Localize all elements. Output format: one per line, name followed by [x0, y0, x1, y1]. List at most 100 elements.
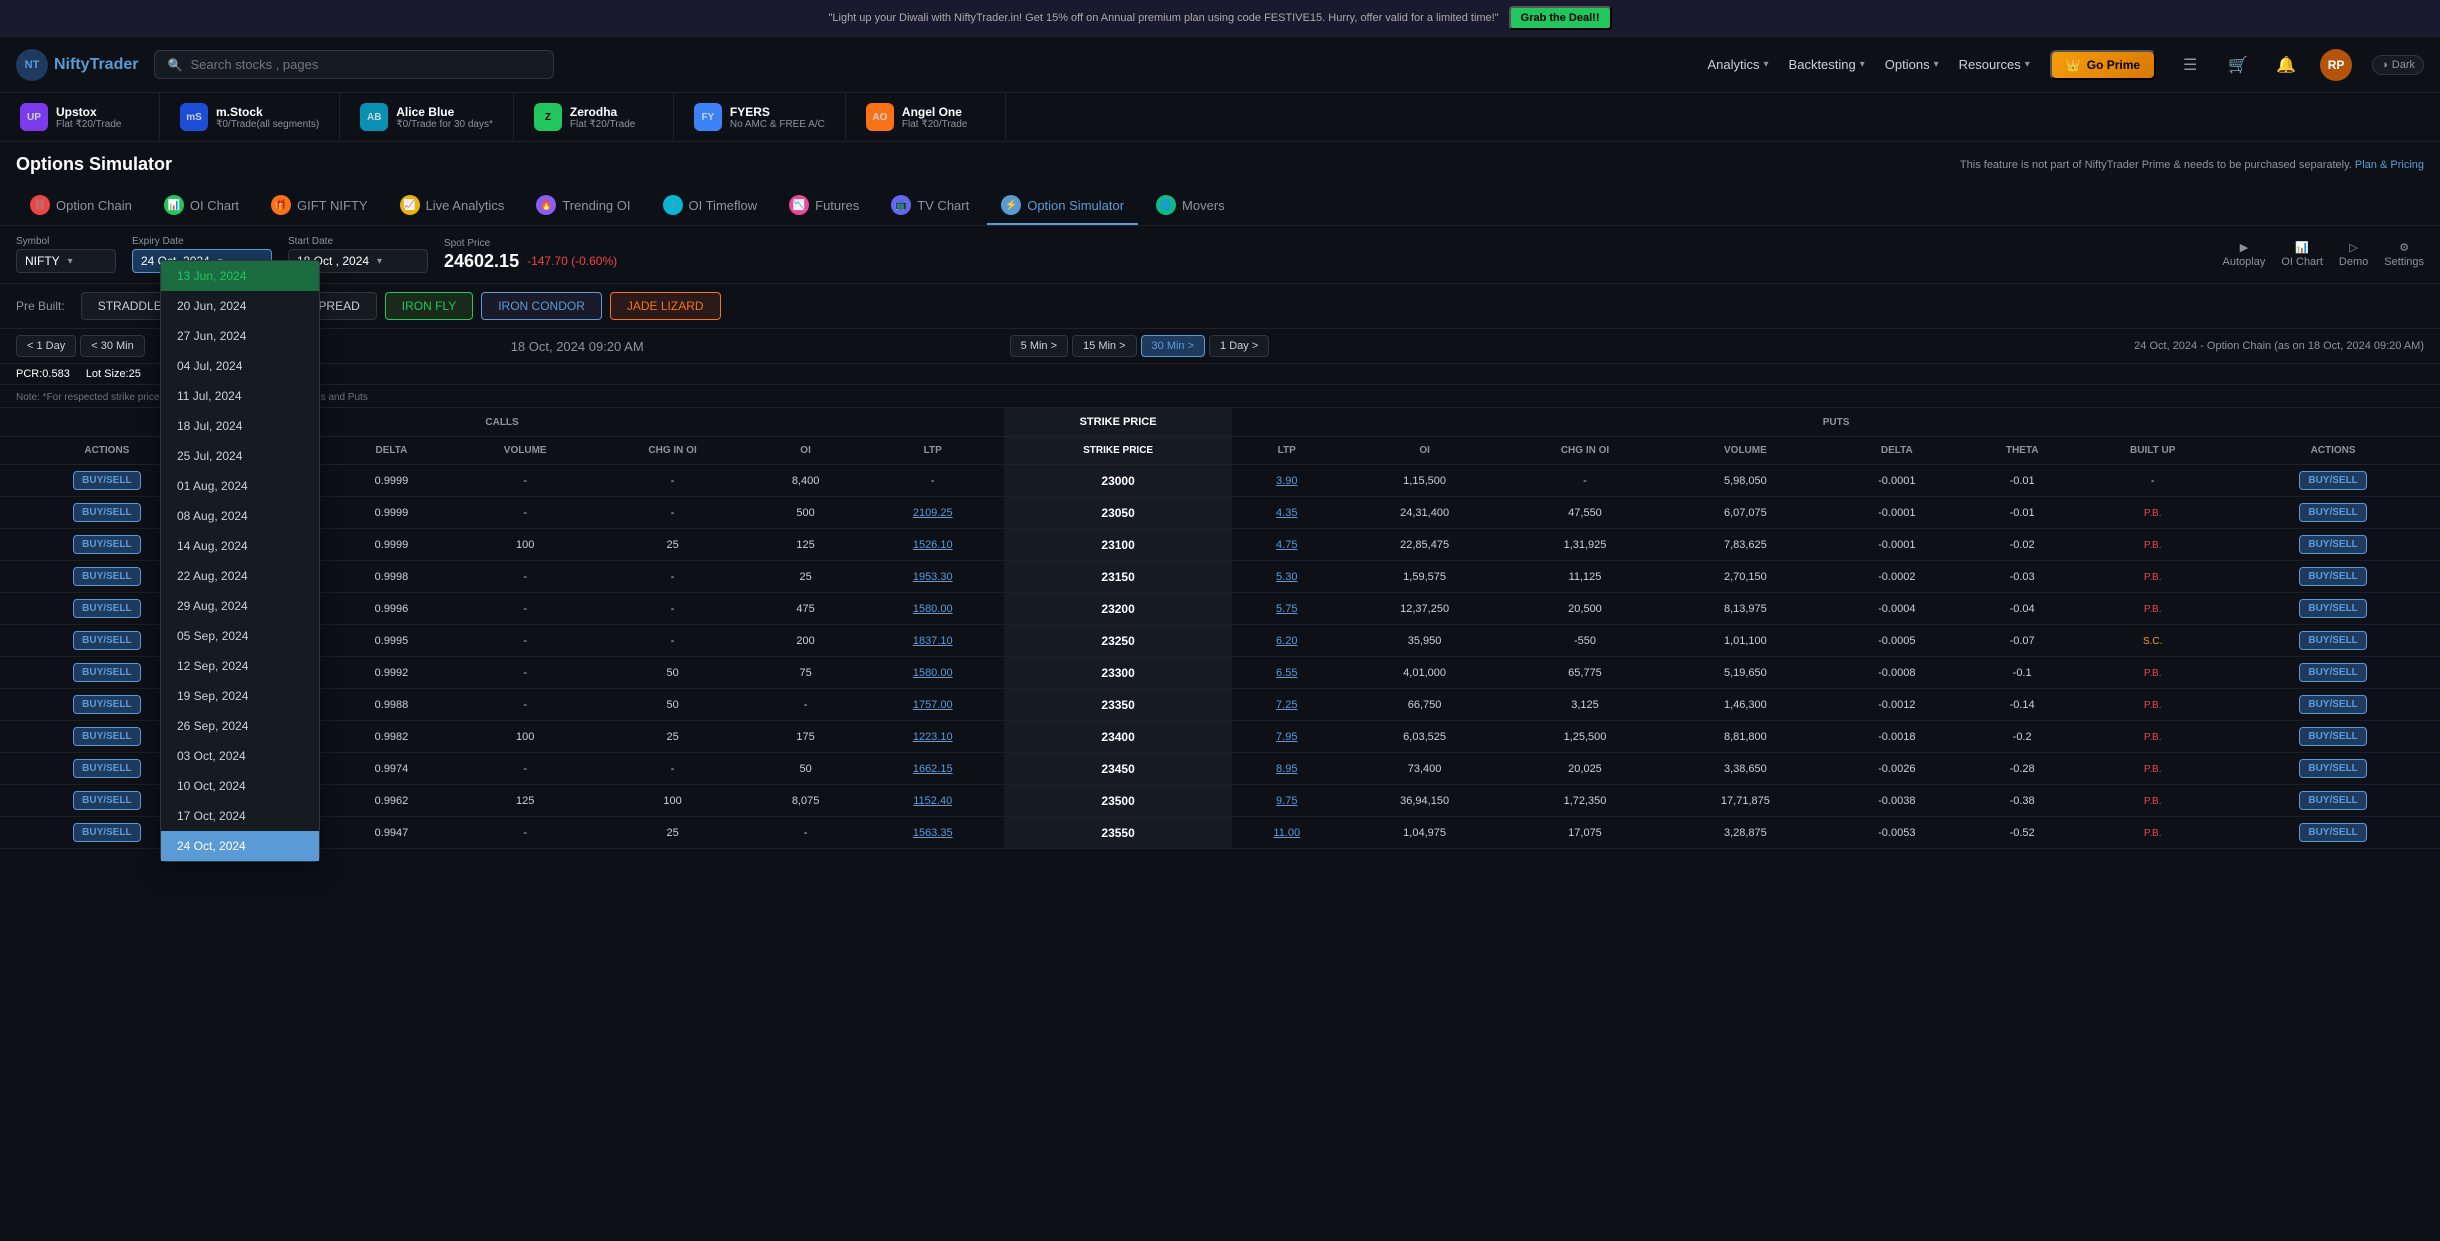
expiry-option[interactable]: 01 Aug, 2024 [161, 471, 319, 501]
expiry-option[interactable]: 11 Jul, 2024 [161, 381, 319, 411]
call-ltp-value[interactable]: 1563.35 [913, 827, 953, 839]
tab-futures[interactable]: 📉 Futures [775, 187, 873, 225]
put-ltp-value[interactable]: 8.95 [1276, 763, 1297, 775]
expiry-option[interactable]: 14 Aug, 2024 [161, 531, 319, 561]
go-prime-button[interactable]: 👑 Go Prime [2050, 50, 2156, 80]
tab-live-analytics[interactable]: 📈 Live Analytics [386, 187, 519, 225]
call-ltp-value[interactable]: 1757.00 [913, 699, 953, 711]
expiry-option[interactable]: 10 Oct, 2024 [161, 771, 319, 801]
call-ltp-value[interactable]: 1837.10 [913, 635, 953, 647]
expiry-option[interactable]: 04 Jul, 2024 [161, 351, 319, 381]
expiry-option[interactable]: 17 Oct, 2024 [161, 801, 319, 831]
expiry-option[interactable]: 12 Sep, 2024 [161, 651, 319, 681]
prev-30min-button[interactable]: < 30 Min [80, 335, 145, 357]
expiry-option[interactable]: 03 Oct, 2024 [161, 741, 319, 771]
expiry-option[interactable]: 26 Sep, 2024 [161, 711, 319, 741]
avatar[interactable]: RP [2320, 49, 2352, 81]
put-ltp-value[interactable]: 11.00 [1273, 827, 1300, 839]
prev-day-button[interactable]: < 1 Day [16, 335, 76, 357]
put-buy-sell-btn[interactable]: BUY/SELL [2299, 695, 2366, 714]
call-buy-sell-btn[interactable]: BUY/SELL [73, 759, 140, 778]
put-buy-sell-btn[interactable]: BUY/SELL [2299, 567, 2366, 586]
call-buy-sell-btn[interactable]: BUY/SELL [73, 663, 140, 682]
expiry-option[interactable]: 20 Jun, 2024 [161, 291, 319, 321]
put-ltp-value[interactable]: 3.90 [1276, 475, 1297, 487]
tab-oi-chart[interactable]: 📊 OI Chart [150, 187, 253, 225]
call-buy-sell-btn[interactable]: BUY/SELL [73, 599, 140, 618]
5min-button[interactable]: 5 Min > [1010, 335, 1068, 357]
demo-control[interactable]: ▷ Demo [2339, 241, 2368, 268]
call-ltp-value[interactable]: 1580.00 [913, 667, 953, 679]
put-ltp-value[interactable]: 6.55 [1276, 667, 1297, 679]
cart-icon[interactable]: 🛒 [2224, 51, 2252, 79]
iron-condor-button[interactable]: IRON CONDOR [481, 292, 602, 320]
tab-trending-oi[interactable]: 🔥 Trending OI [522, 187, 644, 225]
plan-pricing-link[interactable]: Plan & Pricing [2355, 159, 2424, 171]
put-ltp-value[interactable]: 6.20 [1276, 635, 1297, 647]
tab-movers[interactable]: 🌀 Movers [1142, 187, 1239, 225]
30min-button[interactable]: 30 Min > [1141, 335, 1206, 357]
expiry-option[interactable]: 29 Aug, 2024 [161, 591, 319, 621]
broker-mstock[interactable]: mS m.Stock ₹0/Trade(all segments) [160, 93, 340, 141]
expiry-option[interactable]: 27 Jun, 2024 [161, 321, 319, 351]
call-ltp-value[interactable]: 2109.25 [913, 507, 953, 519]
iron-fly-button[interactable]: IRON FLY [385, 292, 473, 320]
autoplay-control[interactable]: ▶ Autoplay [2223, 241, 2266, 268]
put-ltp-value[interactable]: 5.75 [1276, 603, 1297, 615]
call-buy-sell-btn[interactable]: BUY/SELL [73, 791, 140, 810]
call-ltp-value[interactable]: 1662.15 [913, 763, 953, 775]
put-ltp-value[interactable]: 4.75 [1276, 539, 1297, 551]
jade-lizard-button[interactable]: JADE LIZARD [610, 292, 721, 320]
expiry-option[interactable]: 24 Oct, 2024 [161, 831, 319, 861]
broker-aliceblue[interactable]: AB Alice Blue ₹0/Trade for 30 days* [340, 93, 514, 141]
tab-option-chain[interactable]: ⛓ Option Chain [16, 187, 146, 225]
symbol-select[interactable]: NIFTY ▾ [16, 249, 116, 273]
tab-gift-nifty[interactable]: 🎁 GIFT NIFTY [257, 187, 382, 225]
15min-button[interactable]: 15 Min > [1072, 335, 1137, 357]
call-buy-sell-btn[interactable]: BUY/SELL [73, 503, 140, 522]
put-ltp-value[interactable]: 4.35 [1276, 507, 1297, 519]
put-buy-sell-btn[interactable]: BUY/SELL [2299, 791, 2366, 810]
search-input[interactable] [190, 57, 541, 72]
put-buy-sell-btn[interactable]: BUY/SELL [2299, 663, 2366, 682]
tab-option-simulator[interactable]: ⚡ Option Simulator [987, 187, 1138, 225]
put-buy-sell-btn[interactable]: BUY/SELL [2299, 503, 2366, 522]
expiry-option[interactable]: 19 Sep, 2024 [161, 681, 319, 711]
put-buy-sell-btn[interactable]: BUY/SELL [2299, 823, 2366, 842]
put-ltp-value[interactable]: 9.75 [1276, 795, 1297, 807]
tab-oi-timeflow[interactable]: ⏱ OI Timeflow [649, 187, 772, 225]
tab-tv-chart[interactable]: 📺 TV Chart [877, 187, 983, 225]
backtesting-nav[interactable]: Backtesting ▾ [1789, 57, 1865, 72]
deal-button[interactable]: Grab the Deal!! [1509, 6, 1612, 30]
call-buy-sell-btn[interactable]: BUY/SELL [73, 823, 140, 842]
put-ltp-value[interactable]: 7.25 [1276, 699, 1297, 711]
call-buy-sell-btn[interactable]: BUY/SELL [73, 471, 140, 490]
expiry-option[interactable]: 22 Aug, 2024 [161, 561, 319, 591]
menu-icon[interactable]: ☰ [2176, 51, 2204, 79]
call-buy-sell-btn[interactable]: BUY/SELL [73, 535, 140, 554]
call-ltp-value[interactable]: 1953.30 [913, 571, 953, 583]
options-nav[interactable]: Options ▾ [1885, 57, 1939, 72]
resources-nav[interactable]: Resources ▾ [1959, 57, 2030, 72]
call-buy-sell-btn[interactable]: BUY/SELL [73, 695, 140, 714]
call-ltp-value[interactable]: 1526.10 [913, 539, 953, 551]
put-buy-sell-btn[interactable]: BUY/SELL [2299, 599, 2366, 618]
expiry-option[interactable]: 25 Jul, 2024 [161, 441, 319, 471]
broker-upstox[interactable]: UP Upstox Flat ₹20/Trade [0, 93, 160, 141]
oi-chart-control[interactable]: 📊 OI Chart [2281, 241, 2323, 268]
1day-button[interactable]: 1 Day > [1209, 335, 1269, 357]
logo[interactable]: NT NiftyTrader [16, 49, 138, 81]
put-ltp-value[interactable]: 5.30 [1276, 571, 1297, 583]
search-box[interactable]: 🔍 [154, 50, 554, 79]
bell-icon[interactable]: 🔔 [2272, 51, 2300, 79]
broker-fyers[interactable]: FY FYERS No AMC & FREE A/C [674, 93, 846, 141]
put-buy-sell-btn[interactable]: BUY/SELL [2299, 631, 2366, 650]
call-buy-sell-btn[interactable]: BUY/SELL [73, 727, 140, 746]
expiry-option[interactable]: 18 Jul, 2024 [161, 411, 319, 441]
dark-mode-toggle[interactable]: ◑ Dark [2372, 55, 2424, 75]
broker-angelone[interactable]: AO Angel One Flat ₹20/Trade [846, 93, 1006, 141]
put-buy-sell-btn[interactable]: BUY/SELL [2299, 535, 2366, 554]
call-buy-sell-btn[interactable]: BUY/SELL [73, 567, 140, 586]
expiry-option[interactable]: 05 Sep, 2024 [161, 621, 319, 651]
call-ltp-value[interactable]: 1152.40 [913, 795, 952, 807]
